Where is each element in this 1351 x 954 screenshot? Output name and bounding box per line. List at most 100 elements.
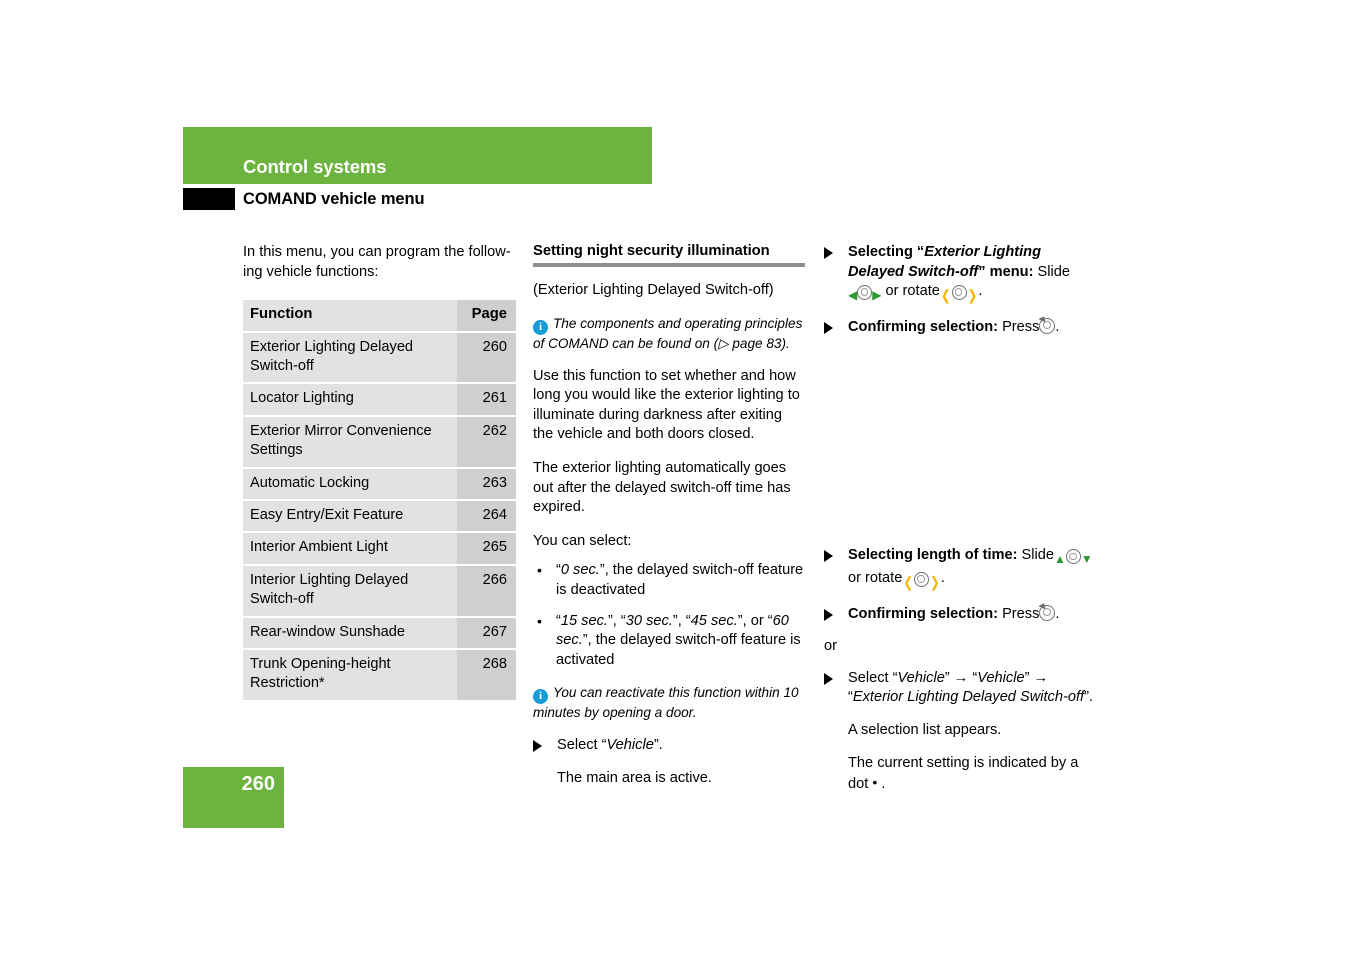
section-heading: Setting night security illumination [533,243,770,259]
cell-function: Automatic Locking [243,468,457,500]
cell-function: Interior Ambient Light [243,533,457,564]
note-text: The components and operating principles … [533,315,803,351]
table-row: Easy Entry/Exit Feature 264 [243,501,516,532]
press-icon [1039,604,1056,621]
step-action-or-rotate: or rotate [848,569,903,586]
triangle-bullet-icon [824,672,833,685]
note-reactivate: i You can reactivate this function within… [533,684,805,722]
step-prefix: Select “ [848,669,898,686]
option-value: 0 sec. [560,562,600,579]
cell-page[interactable]: 268 [456,650,516,700]
table-row: Exterior Mirror Convenience Settings 262 [243,416,516,467]
middle-column: Setting night security illumination (Ext… [533,243,805,802]
note-comand-principles: i The components and operating principles… [533,315,805,353]
section-title: COMAND vehicle menu [243,190,425,208]
step-suffix: ”. [653,737,663,754]
cell-function: Locator Lighting [243,384,457,415]
triangle-bullet-icon [824,321,833,334]
cell-function: Easy Entry/Exit Feature [243,501,457,532]
step-confirm-selection-1: Confirming selection: Press. [824,317,1099,338]
left-column: In this menu, you can program the follow… [243,243,516,702]
rotate-icon: ❬ ❭ [939,285,979,304]
table-header-page: Page [456,300,516,331]
cell-function: Rear-window Sunshade [243,617,457,649]
section-rule [533,263,805,267]
cell-page[interactable]: 264 [456,501,516,532]
step-suffix: ”. [1084,689,1093,706]
chapter-title: Control systems [243,156,387,177]
path-separator-1: ” → “ [944,669,978,686]
bullet-icon: • [537,562,542,579]
step-selecting-length: Selecting length of time: Slide▲ ▼ or rot… [824,546,1099,591]
table-row: Automatic Locking 263 [243,468,516,500]
cell-page[interactable]: 262 [456,416,516,467]
step-menu-value: Vehicle [606,737,654,754]
cell-function: Trunk Opening-height Restriction* [243,650,457,700]
cell-page[interactable]: 263 [456,468,516,500]
step-confirm-selection-2: Confirming selection: Press. [824,604,1099,625]
option-value: 45 sec. [690,612,738,629]
table-row: Exterior Lighting Delayed Switch-off 260 [243,332,516,383]
step-selecting-menu: Selecting “Exterior Lighting Delayed Swi… [824,243,1099,305]
step-label: Selecting “ [848,244,925,260]
step-prefix: Select “ [557,737,607,754]
table-row: Locator Lighting 261 [243,384,516,415]
cell-page[interactable]: 267 [456,617,516,649]
table-row: Interior Lighting Delayed Switch-off 266 [243,565,516,616]
description-paragraph-1: Use this function to set whether and how… [533,367,800,443]
step-label: Confirming selection: [848,605,998,622]
table-row: Trunk Opening-height Restriction* 268 [243,650,516,700]
note-text: You can reactivate this function within … [533,685,799,721]
step-result-selection-list: A selection list appears. [848,721,1002,738]
step-action-press: Press [1002,605,1040,622]
press-icon [1039,317,1056,334]
cell-function: Exterior Lighting Delayed Switch-off [243,332,457,383]
right-column: Selecting “ Exterior Lighting Delayed Swi… [824,243,1099,808]
figure-spacer [824,350,1099,546]
alternative-separator: or [824,638,837,655]
slide-horizontal-icon: ◀ ▶ [848,285,881,305]
function-page-table: Function Page Exterior Lighting Delayed … [243,298,516,702]
step-result-current-setting: The current setting is indicated by a do… [824,754,1099,795]
cell-function: Exterior Mirror Convenience Settings [243,416,457,467]
bullet-icon: • [537,612,542,629]
section-marker-tab [183,188,235,210]
triangle-bullet-icon [533,740,542,753]
step-label-end: ” menu: [978,263,1034,280]
options-lead-in: You can select: [533,532,632,549]
rotate-icon: ❬ ❭ [902,571,941,590]
info-icon: i [533,319,548,335]
description-paragraph-2: The exterior lighting automatically goes… [533,459,791,516]
page-number: 260 [241,773,275,795]
cell-page[interactable]: 260 [456,332,516,383]
table-header-function: Function [243,300,457,331]
table-header-row: Function Page [243,300,516,331]
dot-indicator-icon: • [872,774,878,791]
table-body: Exterior Lighting Delayed Switch-off 260… [243,332,516,700]
path-item-2: Vehicle [977,669,1025,686]
path-item-3: Exterior Lighting Delayed Switch-off [852,689,1085,706]
option-desc: , the delayed switch-off feature is acti… [556,632,801,668]
step-label: Confirming selection: [848,318,998,335]
path-item-1: Vehicle [897,669,945,686]
step-select-vehicle: Select “Vehicle”. [533,736,805,756]
intro-paragraph: In this menu, you can program the follow… [243,244,511,280]
table-row: Rear-window Sunshade 267 [243,617,516,649]
list-item: • “15 sec.”, “30 sec.”, “45 sec.”, or “60… [537,612,801,668]
cell-page[interactable]: 266 [456,565,516,616]
step-action-slide: Slide [1021,547,1054,564]
step-action-slide: Slide [1037,263,1070,280]
cell-page[interactable]: 265 [456,533,516,564]
options-bullet-list: • “0 sec.”, the delayed switch-off featur… [533,561,805,670]
step-select-path: Select “Vehicle” → “Vehicle” → “Exterior… [824,669,1099,708]
cell-page[interactable]: 261 [456,384,516,415]
step-label: Selecting length of time: [848,547,1018,564]
list-item: • “0 sec.”, the delayed switch-off featur… [537,562,804,598]
step-result-main-area: The main area is active. [557,769,712,786]
chapter-header-banner: Control systems [183,127,652,184]
triangle-bullet-icon [824,550,833,563]
step-action-press: Press [1002,318,1040,335]
step-action-or-rotate: or rotate [885,283,940,300]
info-icon: i [533,689,548,705]
option-value: 15 sec. [560,612,608,629]
